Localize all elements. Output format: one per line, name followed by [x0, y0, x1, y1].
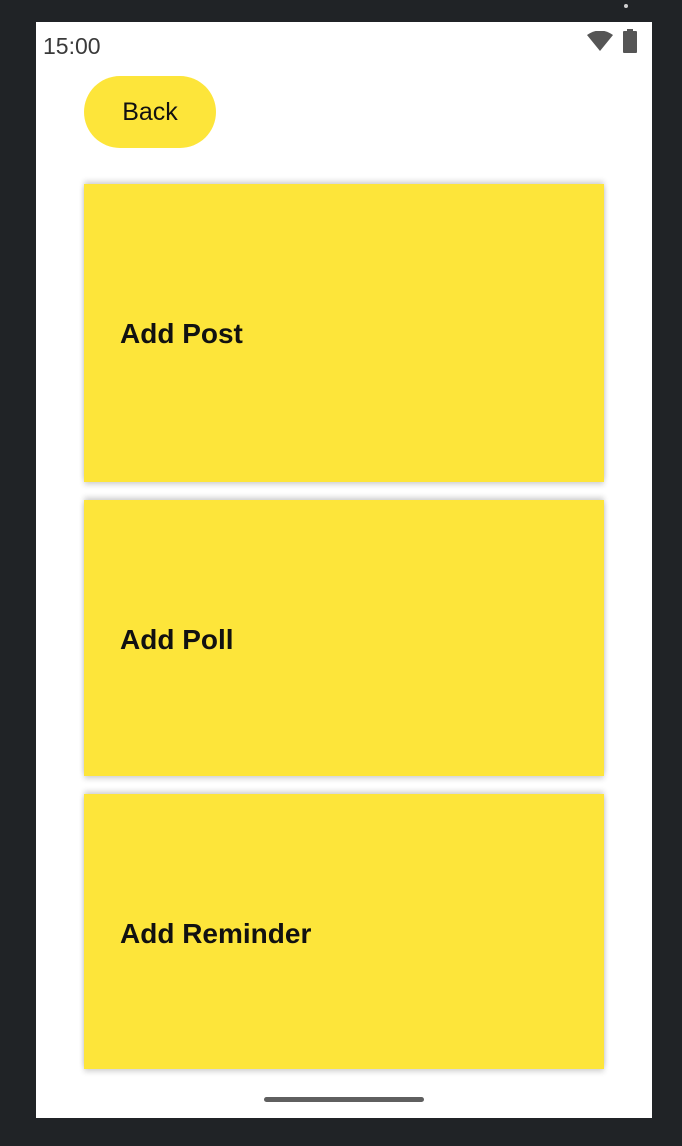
- battery-icon: [623, 29, 637, 53]
- add-reminder-card[interactable]: Add Reminder: [84, 794, 604, 1069]
- status-bar: 15:00: [36, 22, 652, 68]
- camera-dot: [624, 4, 628, 8]
- add-poll-label: Add Poll: [120, 624, 234, 655]
- status-time: 15:00: [43, 33, 101, 59]
- add-reminder-label: Add Reminder: [120, 918, 312, 949]
- add-post-card[interactable]: Add Post: [84, 184, 604, 482]
- back-button[interactable]: Back: [84, 76, 216, 148]
- add-poll-card[interactable]: Add Poll: [84, 500, 604, 776]
- add-post-label: Add Post: [120, 318, 243, 349]
- wifi-icon: [587, 31, 613, 51]
- home-indicator[interactable]: [264, 1097, 424, 1102]
- phone-screen: 15:00 Back Add Post Add Poll Add Reminde…: [36, 22, 652, 1118]
